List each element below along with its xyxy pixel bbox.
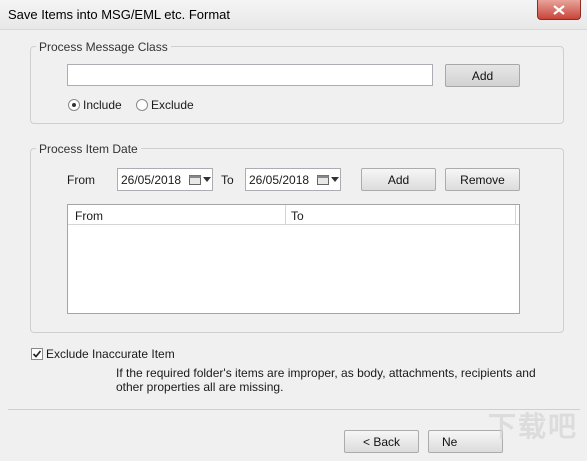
column-separator[interactable] — [515, 205, 516, 225]
to-date-picker[interactable]: 26/05/2018 — [245, 168, 341, 191]
close-button[interactable] — [537, 0, 581, 20]
add-button-label: Add — [471, 68, 494, 83]
column-header-to[interactable]: To — [291, 209, 304, 223]
include-label: Include — [83, 98, 122, 112]
date-remove-label: Remove — [460, 172, 505, 187]
exclude-inaccurate-checkbox[interactable] — [31, 348, 43, 360]
column-header-from[interactable]: From — [75, 209, 103, 223]
title-bar: Save Items into MSG/EML etc. Format — [0, 0, 587, 30]
message-class-legend: Process Message Class — [36, 40, 171, 54]
calendar-icon — [188, 174, 202, 186]
exclude-label: Exclude — [151, 98, 194, 112]
checkmark-icon — [32, 350, 42, 358]
back-button-label: < Back — [362, 434, 401, 449]
include-radio[interactable] — [68, 99, 80, 111]
calendar-icon — [316, 174, 330, 186]
item-date-legend: Process Item Date — [36, 142, 141, 156]
date-remove-button[interactable]: Remove — [445, 168, 520, 191]
message-class-add-button[interactable]: Add — [445, 64, 520, 87]
column-separator[interactable] — [285, 205, 286, 225]
watermark-logo: 下载吧 — [488, 411, 579, 442]
date-range-list[interactable]: From To — [67, 204, 520, 314]
from-label: From — [67, 173, 95, 187]
date-add-button[interactable]: Add — [361, 168, 436, 191]
next-button-label: Ne — [442, 434, 458, 449]
to-label: To — [221, 173, 234, 187]
back-button[interactable]: < Back — [344, 430, 419, 453]
from-date-value: 26/05/2018 — [121, 172, 182, 187]
to-date-value: 26/05/2018 — [249, 172, 310, 187]
exclude-inaccurate-description: If the required folder's items are impro… — [116, 366, 536, 394]
exclude-radio[interactable] — [136, 99, 148, 111]
close-icon — [553, 4, 565, 15]
chevron-down-icon — [202, 177, 212, 182]
exclude-inaccurate-label: Exclude Inaccurate Item — [46, 347, 175, 361]
chevron-down-icon — [330, 177, 340, 182]
date-add-label: Add — [387, 172, 410, 187]
from-date-picker[interactable]: 26/05/2018 — [117, 168, 213, 191]
list-header: From To — [68, 205, 519, 225]
message-class-input[interactable] — [67, 64, 433, 86]
window-title: Save Items into MSG/EML etc. Format — [8, 7, 231, 22]
